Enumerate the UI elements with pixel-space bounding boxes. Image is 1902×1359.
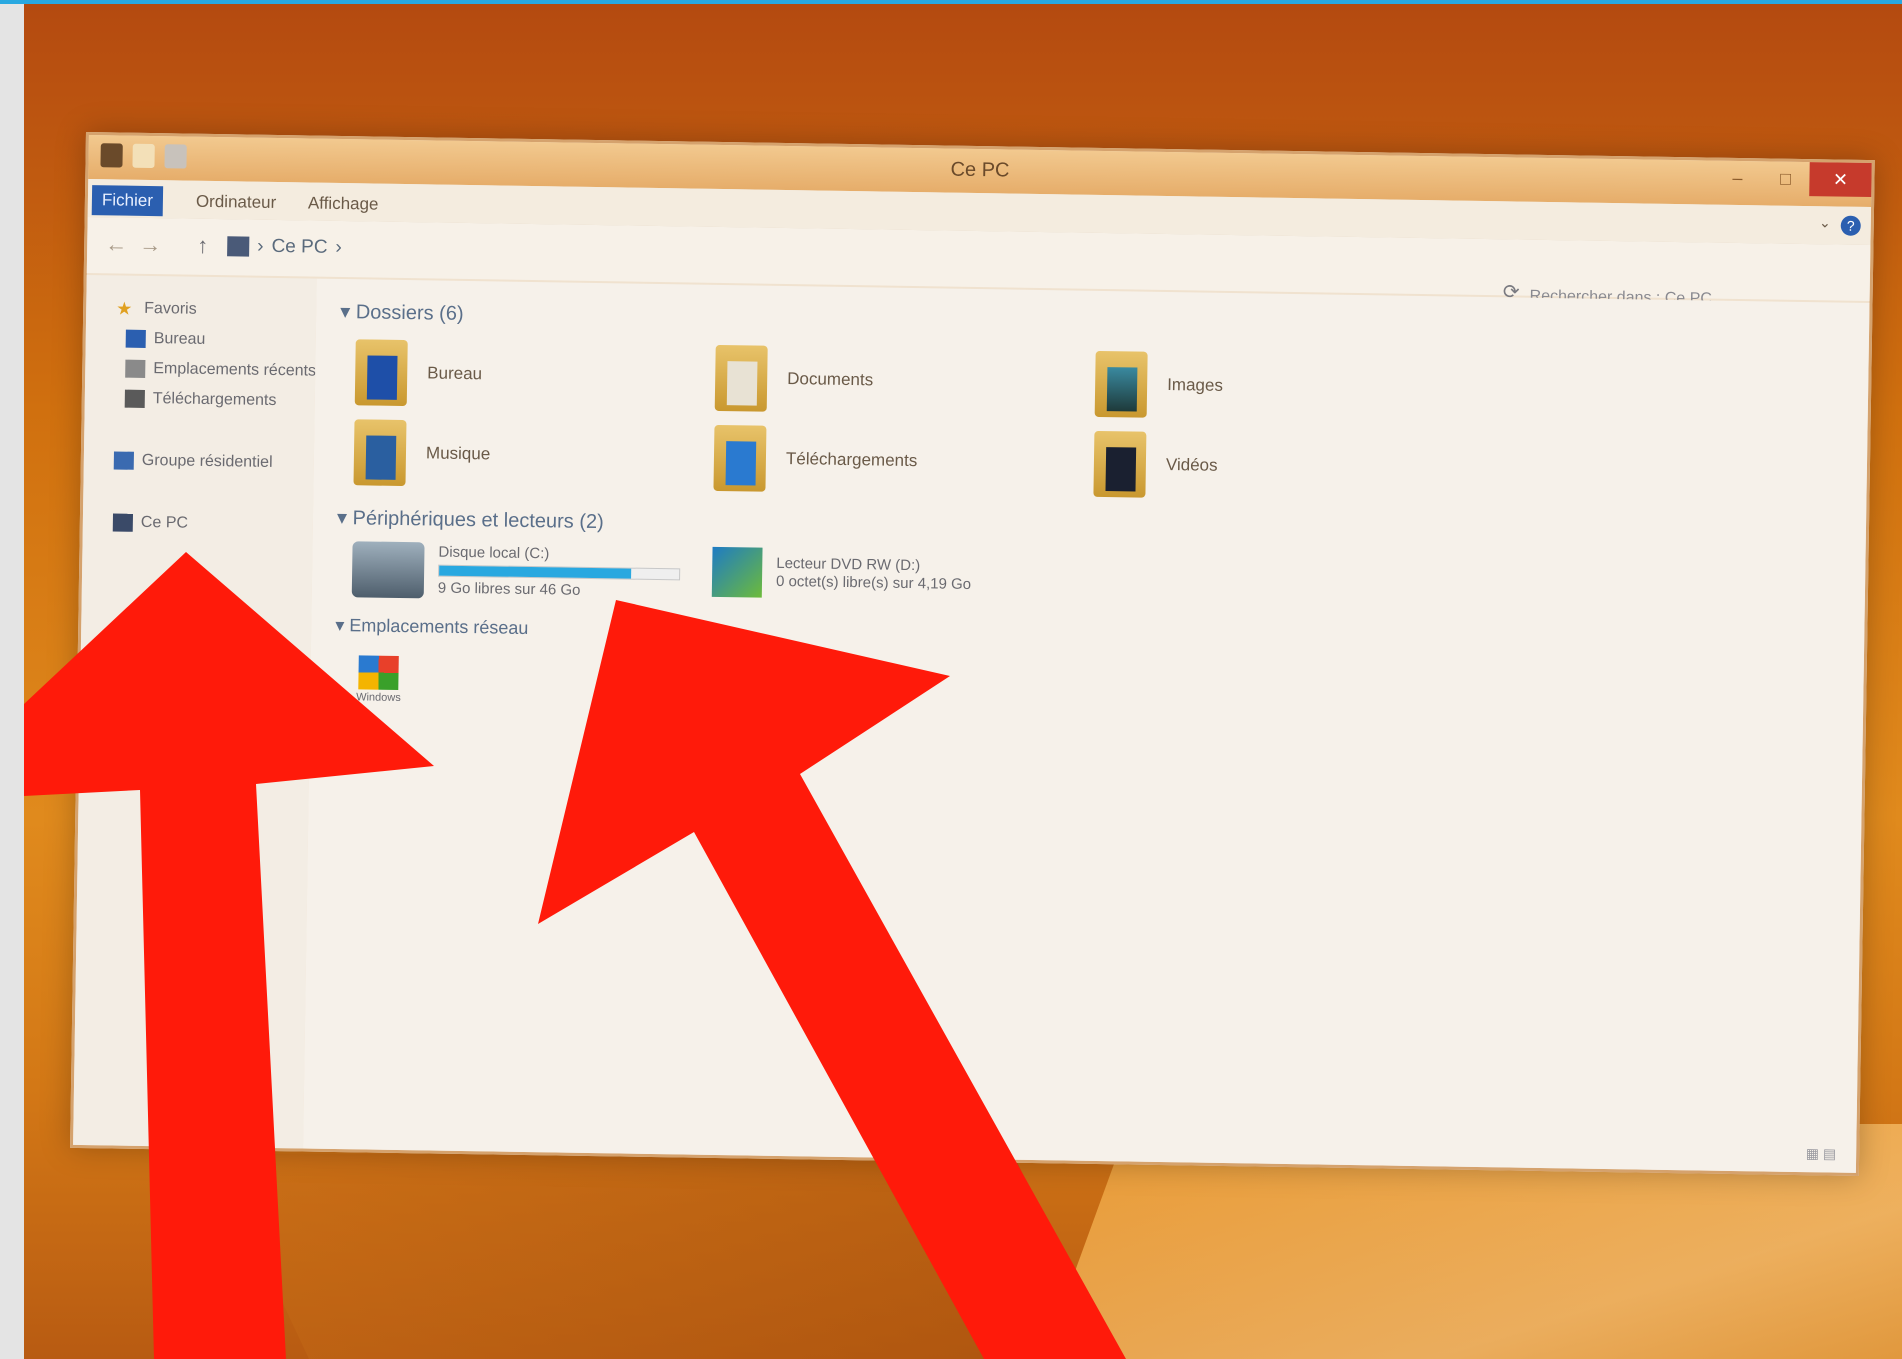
drive-tile[interactable]: Lecteur DVD RW (D:) 0 octet(s) libre(s) … xyxy=(711,546,972,601)
tab-view[interactable]: Affichage xyxy=(298,188,389,219)
window-controls: – □ ✕ xyxy=(1713,161,1872,198)
desktop-folder-icon xyxy=(354,339,408,407)
downloads-folder-icon xyxy=(713,424,767,492)
drive-label: Disque local (C:) xyxy=(438,543,550,563)
minimize-button[interactable]: – xyxy=(1713,161,1762,196)
tab-computer[interactable]: Ordinateur xyxy=(186,187,287,219)
pc-icon xyxy=(112,513,134,532)
dvd-drive-icon xyxy=(711,546,763,598)
collapse-chevron-icon: ▾ xyxy=(335,614,350,636)
path-separator-icon: › xyxy=(257,235,264,257)
sidebar-item-homegroup[interactable]: Groupe résidentiel xyxy=(113,451,273,471)
monitor-photo: Ce PC – □ ✕ Fichier Ordinateur Affichage… xyxy=(24,4,1902,1359)
view-toggle-icons[interactable]: ▦ ▤ xyxy=(1806,1145,1837,1162)
folder-tile[interactable]: Musique xyxy=(353,419,490,487)
ribbon-expand-chevron-icon[interactable]: ⌄ xyxy=(1819,214,1831,231)
devices-group-header[interactable]: ▾ Périphériques et lecteurs (2) xyxy=(337,505,604,534)
drive-tile[interactable]: Disque local (C:) 9 Go libres sur 46 Go xyxy=(351,541,681,602)
path-separator-icon: › xyxy=(335,236,343,259)
star-icon: ★ xyxy=(116,298,133,319)
pictures-folder-icon xyxy=(1094,350,1148,418)
pc-icon xyxy=(227,236,250,257)
network-group-header[interactable]: ▾ Emplacements réseau xyxy=(335,615,528,639)
collapse-chevron-icon: ▾ xyxy=(336,506,353,530)
collapse-chevron-icon: ▾ xyxy=(340,301,356,324)
folder-tile[interactable]: Bureau xyxy=(354,339,483,407)
close-button[interactable]: ✕ xyxy=(1809,162,1872,198)
network-location-tile[interactable]: Windows xyxy=(356,655,401,704)
documents-folder-icon xyxy=(714,344,768,412)
file-explorer-window: Ce PC – □ ✕ Fichier Ordinateur Affichage… xyxy=(70,132,1875,1176)
folder-tile[interactable]: Documents xyxy=(714,344,874,413)
homegroup-icon xyxy=(113,451,134,470)
windows-media-icon xyxy=(358,655,400,690)
sidebar-item-this-pc[interactable]: Ce PC xyxy=(112,513,188,532)
sidebar-item-favorites[interactable]: ★ Favoris xyxy=(116,298,197,319)
sidebar-item-desktop[interactable]: Bureau xyxy=(125,329,205,349)
help-icon[interactable]: ? xyxy=(1840,215,1861,236)
up-arrow-icon[interactable]: ↑ xyxy=(197,233,208,259)
sidebar-item-downloads[interactable]: Téléchargements xyxy=(124,389,277,410)
drive-usage-bar xyxy=(438,564,681,581)
desk-shadow xyxy=(213,1154,1135,1359)
hard-drive-icon xyxy=(351,541,425,599)
maximize-button[interactable]: □ xyxy=(1761,161,1810,196)
folder-tile[interactable]: Images xyxy=(1094,350,1224,419)
drive-free-space: 0 octet(s) libre(s) sur 4,19 Go xyxy=(775,572,972,593)
videos-folder-icon xyxy=(1093,430,1147,498)
sidebar-item-recent[interactable]: Emplacements récents xyxy=(125,359,316,381)
recent-icon xyxy=(125,359,146,378)
desktop-icon xyxy=(125,329,146,348)
music-folder-icon xyxy=(353,419,407,487)
path-segment[interactable]: Ce PC xyxy=(271,236,327,259)
folders-group-header[interactable]: ▾ Dossiers (6) xyxy=(340,299,464,326)
drive-free-space: 9 Go libres sur 46 Go xyxy=(437,579,581,599)
forward-arrow-icon[interactable]: → xyxy=(139,232,161,258)
left-margin-strip xyxy=(0,4,24,1359)
back-arrow-icon[interactable]: ← xyxy=(105,231,127,257)
folder-tile[interactable]: Téléchargements xyxy=(713,424,917,494)
download-icon xyxy=(124,389,145,408)
tab-file[interactable]: Fichier xyxy=(91,185,164,217)
navigation-pane: ★ Favoris Bureau Emplacements récents Té… xyxy=(73,275,317,1149)
folder-tile[interactable]: Vidéos xyxy=(1093,430,1218,499)
drive-usage-fill xyxy=(439,565,632,579)
content-pane: ▾ Dossiers (6) Bureau Documents Images M… xyxy=(303,278,1870,1173)
